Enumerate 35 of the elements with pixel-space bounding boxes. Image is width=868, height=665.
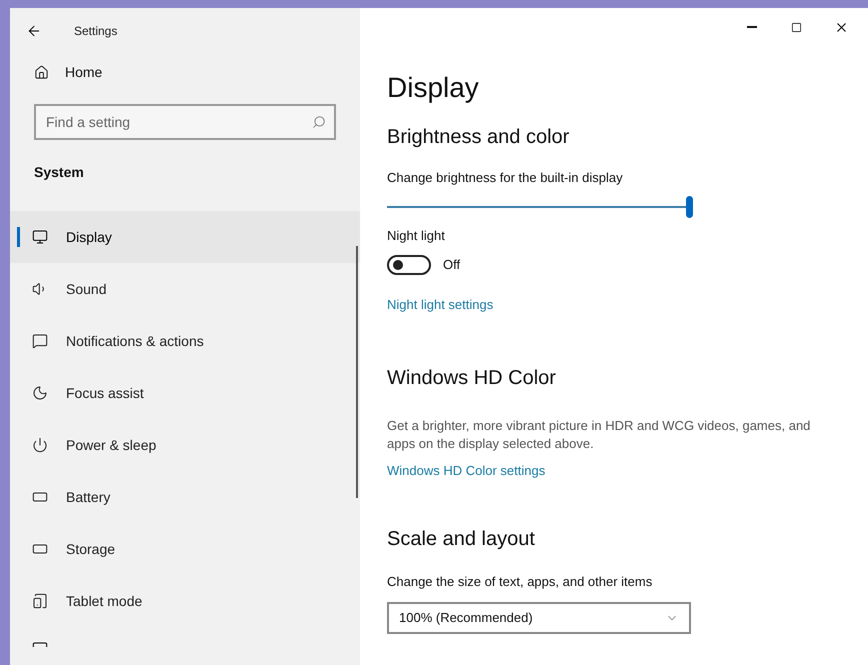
sidebar-item[interactable]: Battery	[10, 471, 360, 523]
sidebar-item[interactable]: Sound	[10, 263, 360, 315]
window-title: Settings	[74, 23, 118, 40]
search-icon	[312, 115, 326, 129]
sidebar-item[interactable]: Display	[10, 211, 360, 263]
hd-color-link[interactable]: Windows HD Color settings	[387, 460, 868, 480]
section-heading: Scale and layout	[387, 527, 536, 552]
search-field[interactable]: Find a setting	[34, 104, 336, 140]
sidebar-item[interactable]: Power & sleep	[10, 419, 360, 471]
brightness-slider[interactable]	[387, 196, 693, 218]
tablet-icon	[32, 593, 48, 609]
night-light-link[interactable]: Night light settings	[387, 295, 868, 314]
section-heading: Brightness and color	[387, 125, 570, 150]
minimize-icon	[746, 26, 756, 28]
moon-icon	[32, 385, 48, 401]
scrollbar[interactable]	[356, 246, 358, 498]
section-heading: System	[33, 163, 85, 182]
page-title: Display	[387, 71, 480, 105]
scale-dropdown[interactable]: 100% (Recommended)	[387, 602, 691, 634]
sidebar-item[interactable]: Focus assist	[10, 367, 360, 419]
home-link[interactable]: Home	[10, 54, 360, 90]
section-heading: Windows HD Color	[387, 366, 557, 390]
power-icon	[32, 437, 48, 453]
description: Get a brighter, more vibrant picture in HDR and WCG videos, games, and apps on the display selected above.	[387, 416, 812, 452]
toggle-label: Night light	[387, 226, 446, 245]
toggle-state: Off	[443, 256, 460, 274]
sidebar-item[interactable]: Tablet mode	[10, 575, 360, 627]
slider-label: Change brightness for the built-in display	[387, 169, 624, 187]
sidebar-item[interactable]: Notifications & actions	[10, 315, 360, 367]
dropdown-label: Change the size of text, apps, and other items	[387, 573, 654, 591]
maximize-icon	[791, 22, 802, 32]
home-icon	[34, 64, 49, 80]
sidebar-item[interactable]: Storage	[10, 523, 360, 575]
night-light-toggle[interactable]	[387, 255, 431, 275]
message-icon	[32, 333, 48, 349]
